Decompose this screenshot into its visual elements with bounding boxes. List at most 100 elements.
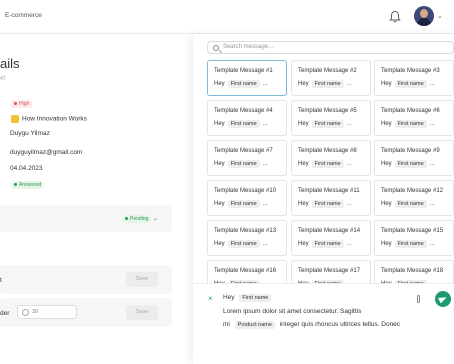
save-button[interactable]: Save [126,305,158,320]
customer-email: duyguyilmaz@gmail.com [10,149,83,156]
page-subtitle: 47 [0,76,6,82]
breadcrumb[interactable]: E-commerce [5,12,42,19]
template-title: Template Message #7 [214,148,273,154]
template-card[interactable]: Template Message #12 Hey First name... [374,180,454,216]
first-name-chip: First name [394,160,427,168]
first-name-chip: First name [227,160,260,168]
template-title: Template Message #10 [214,188,277,194]
template-card[interactable]: Template Message #11 Hey First name... [291,180,371,216]
ellipsis: ... [262,81,268,87]
template-card[interactable]: Template Message #3 Hey First name... [374,60,454,96]
attach-icon[interactable] [417,295,420,303]
chevron-down-icon[interactable]: ⌄ [153,215,158,222]
avatar-head [420,9,428,18]
composer-text: Hey [223,294,235,301]
first-name-chip: First name [311,200,344,208]
template-greeting: Hey [214,201,225,207]
template-card[interactable]: Template Message #9 Hey First name... [374,140,454,176]
ellipsis: ... [429,241,435,247]
template-preview: HeyFirst name... [214,160,268,168]
pending-status-dropdown[interactable]: Pending [122,215,152,223]
message-composer: × Hey First name Lorem ipsum dolor sit a… [193,283,454,364]
template-greeting: Hey [381,201,392,207]
search-input[interactable]: Search message... [207,41,454,54]
template-title: Template Message #1 [214,68,273,74]
template-title: Template Message #6 [381,108,440,114]
template-card[interactable]: Template Message #10 Hey First name... [207,180,287,216]
first-name-chip: First name [311,120,344,128]
chevron-down-icon[interactable]: ⌄ [437,12,443,20]
priority-badge: High [11,100,33,108]
template-preview: HeyFirst name... [214,120,268,128]
template-card[interactable]: Template Message #14 Hey First name... [291,220,371,256]
template-title: Template Message #5 [298,108,357,114]
composer-text: integer quis rhoncus ultrices tellus. Do… [279,321,401,328]
composer-line[interactable]: Lorem ipsum dolor sit amet consectetur. … [223,308,361,315]
template-title: Template Message #14 [298,228,361,234]
first-name-chip: First name [394,80,427,88]
ellipsis: ... [346,241,352,247]
ellipsis: ... [429,161,435,167]
product-name-chip: Product name [234,321,275,329]
template-greeting: Hey [214,161,225,167]
template-preview: HeyFirst name... [298,240,352,248]
reminder-row-label: der [0,310,10,317]
template-greeting: Hey [298,121,309,127]
template-greeting: Hey [298,201,309,207]
user-avatar[interactable] [414,6,434,26]
template-title: Template Message #13 [214,228,277,234]
template-greeting: Hey [381,161,392,167]
reminder-row: der 30 Save [0,298,172,327]
template-greeting: Hey [214,241,225,247]
save-button[interactable]: Save [126,272,158,287]
template-title: Template Message #15 [381,228,444,234]
template-title: Template Message #4 [214,108,273,114]
ticket-details-page: ails 47 High How Innovation Works Duygu … [0,34,193,364]
template-preview: HeyFirst name... [298,80,352,88]
template-card[interactable]: Template Message #4 Hey First name... [207,100,287,136]
template-card[interactable]: Template Message #2 Hey First name... [291,60,371,96]
setting-row: t Save [0,265,172,294]
first-name-chip: First name [227,240,260,248]
ellipsis: ... [262,161,268,167]
ellipsis: ... [429,121,435,127]
composer-line[interactable]: mi Product name integer quis rhoncus ult… [223,321,400,329]
ellipsis: ... [346,161,352,167]
template-card[interactable]: Template Message #15 Hey First name... [374,220,454,256]
template-preview: HeyFirst name... [298,200,352,208]
template-preview: HeyFirst name... [381,240,435,248]
first-name-chip: First name [311,80,344,88]
template-card[interactable]: Template Message #5 Hey First name... [291,100,371,136]
clock-input[interactable]: 30 [17,305,77,319]
template-card[interactable]: Template Message #7 Hey First name... [207,140,287,176]
template-preview: HeyFirst name... [298,120,352,128]
template-preview: HeyFirst name... [214,240,268,248]
close-icon[interactable]: × [208,294,213,303]
template-preview: HeyFirst name... [298,160,352,168]
template-greeting: Hey [381,121,392,127]
company-label: How Innovation Works [22,115,87,123]
template-title: Template Message #17 [298,268,361,274]
composer-line[interactable]: Hey First name [223,294,274,302]
status-badge: Answered [11,181,45,189]
template-card[interactable]: Template Message #1 Hey First name... [207,60,287,96]
first-name-chip: First name [227,80,260,88]
template-card[interactable]: Template Message #13 Hey First name... [207,220,287,256]
template-preview: HeyFirst name... [214,200,268,208]
ellipsis: ... [346,121,352,127]
template-title: Template Message #18 [381,268,444,274]
send-button[interactable] [435,291,451,307]
template-greeting: Hey [298,241,309,247]
first-name-chip: First name [394,240,427,248]
ellipsis: ... [429,81,435,87]
first-name-chip: First name [239,294,272,302]
template-card[interactable]: Template Message #8 Hey First name... [291,140,371,176]
ellipsis: ... [346,201,352,207]
template-card[interactable]: Template Message #6 Hey First name... [374,100,454,136]
bell-icon[interactable] [389,10,401,23]
template-preview: HeyFirst name... [381,160,435,168]
template-preview: HeyFirst name... [381,200,435,208]
template-title: Template Message #3 [381,68,440,74]
ellipsis: ... [262,121,268,127]
template-greeting: Hey [381,241,392,247]
